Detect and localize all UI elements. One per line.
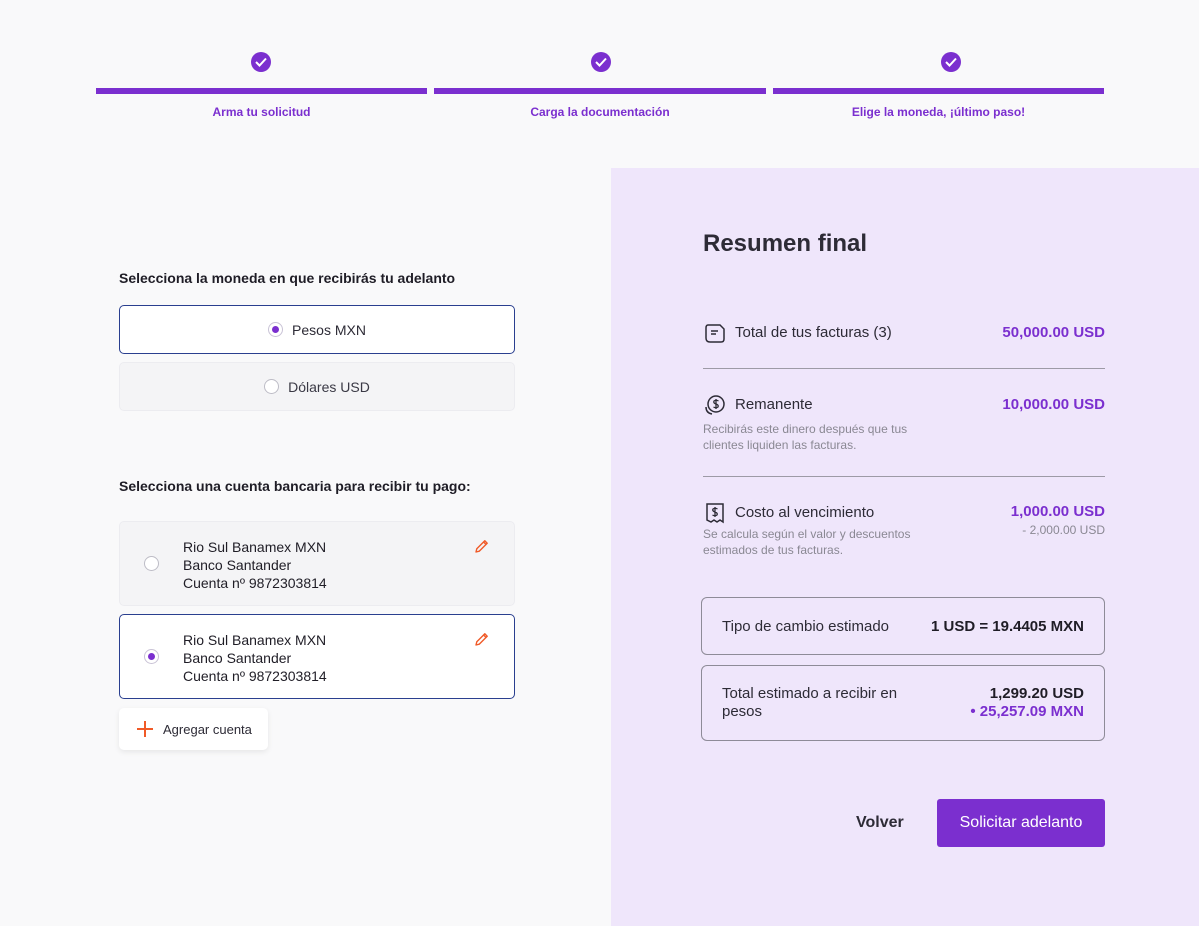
exchange-rate-box: Tipo de cambio estimado 1 USD = 19.4405 … [701, 597, 1105, 655]
plus-icon [137, 721, 153, 737]
cost-amount: 1,000.00 USD [1010, 503, 1105, 520]
selection-panel: Selecciona la moneda en que recibirás tu… [0, 168, 611, 926]
total-mxn: • 25,257.09 MXN [970, 703, 1084, 720]
summary-panel: Resumen final Total de tus facturas (3) … [611, 168, 1199, 926]
account-details: Rio Sul Banamex MXN Banco Santander Cuen… [183, 538, 327, 592]
step-bar [96, 88, 427, 94]
step-2: Carga la documentación [434, 50, 766, 120]
receipt-dollar-icon [706, 503, 724, 524]
step-3: Elige la moneda, ¡último paso! [773, 50, 1104, 120]
account-bank: Banco Santander [183, 557, 292, 573]
step-label: Elige la moneda, ¡último paso! [851, 105, 1026, 119]
account-name: Rio Sul Banamex MXN [183, 632, 327, 648]
radio-selected[interactable] [268, 322, 284, 337]
cost-row: Costo al vencimiento 1,000.00 USD - 2,00… [703, 501, 1105, 565]
bank-account-card[interactable]: Rio Sul Banamex MXN Banco Santander Cuen… [119, 614, 515, 699]
bank-account-card[interactable]: Rio Sul Banamex MXN Banco Santander Cuen… [119, 521, 515, 606]
add-account-button[interactable]: Agregar cuenta [119, 708, 268, 750]
step-1: Arma tu solicitud [96, 50, 427, 120]
invoices-label: Total de tus facturas (3) [735, 324, 892, 341]
account-bank: Banco Santander [183, 650, 292, 666]
invoices-row: Total de tus facturas (3) 50,000.00 USD [703, 321, 1105, 345]
total-box: Total estimado a recibir en pesos 1,299.… [701, 665, 1105, 741]
currency-option-label: Dólares USD [288, 378, 370, 395]
cost-sub-amount: - 2,000.00 USD [1022, 523, 1105, 537]
radio-unselected[interactable] [264, 379, 280, 394]
currency-option-usd[interactable]: Dólares USD [119, 362, 515, 411]
account-details: Rio Sul Banamex MXN Banco Santander Cuen… [183, 631, 327, 685]
radio-selected[interactable] [144, 649, 159, 664]
account-number: Cuenta nº 9872303814 [183, 668, 327, 684]
cost-note: Se calcula según el valor y descuentos e… [703, 527, 911, 557]
progress-stepper: Arma tu solicitud Carga la documentación… [96, 50, 1104, 120]
submit-advance-button[interactable]: Solicitar adelanto [937, 799, 1105, 847]
add-account-label: Agregar cuenta [163, 721, 252, 737]
remainder-label: Remanente [735, 396, 813, 413]
exchange-label: Tipo de cambio estimado [722, 618, 890, 635]
exchange-value: 1 USD = 19.4405 MXN [931, 618, 1084, 635]
remainder-amount: 10,000.00 USD [1002, 396, 1105, 413]
step-label: Arma tu solicitud [212, 105, 311, 119]
total-usd: 1,299.20 USD [989, 685, 1084, 702]
dollar-coin-icon [705, 395, 725, 415]
account-name: Rio Sul Banamex MXN [183, 539, 327, 555]
radio-unselected[interactable] [144, 556, 159, 571]
back-button[interactable]: Volver [856, 814, 904, 832]
check-icon [941, 52, 961, 72]
step-bar [434, 88, 766, 94]
currency-option-label: Pesos MXN [292, 321, 366, 338]
check-icon [251, 52, 271, 72]
remainder-note: Recibirás este dinero después que tus cl… [703, 422, 908, 452]
summary-title: Resumen final [703, 230, 868, 257]
currency-option-mxn[interactable]: Pesos MXN [119, 305, 515, 354]
pencil-edit-icon[interactable] [474, 538, 490, 554]
account-title: Selecciona una cuenta bancaria para reci… [119, 478, 471, 494]
cost-label: Costo al vencimiento [735, 504, 875, 521]
total-label: Total estimado a recibir en pesos [722, 685, 898, 720]
divider [703, 368, 1105, 369]
step-label: Carga la documentación [530, 105, 670, 119]
divider [703, 476, 1105, 477]
account-number: Cuenta nº 9872303814 [183, 575, 327, 591]
invoice-icon [705, 324, 725, 343]
step-bar [773, 88, 1104, 94]
remainder-row: Remanente 10,000.00 USD Recibirás este d… [703, 393, 1105, 457]
invoices-amount: 50,000.00 USD [1002, 324, 1105, 341]
check-icon [591, 52, 611, 72]
pencil-edit-icon[interactable] [474, 631, 490, 647]
currency-title: Selecciona la moneda en que recibirás tu… [119, 270, 456, 286]
